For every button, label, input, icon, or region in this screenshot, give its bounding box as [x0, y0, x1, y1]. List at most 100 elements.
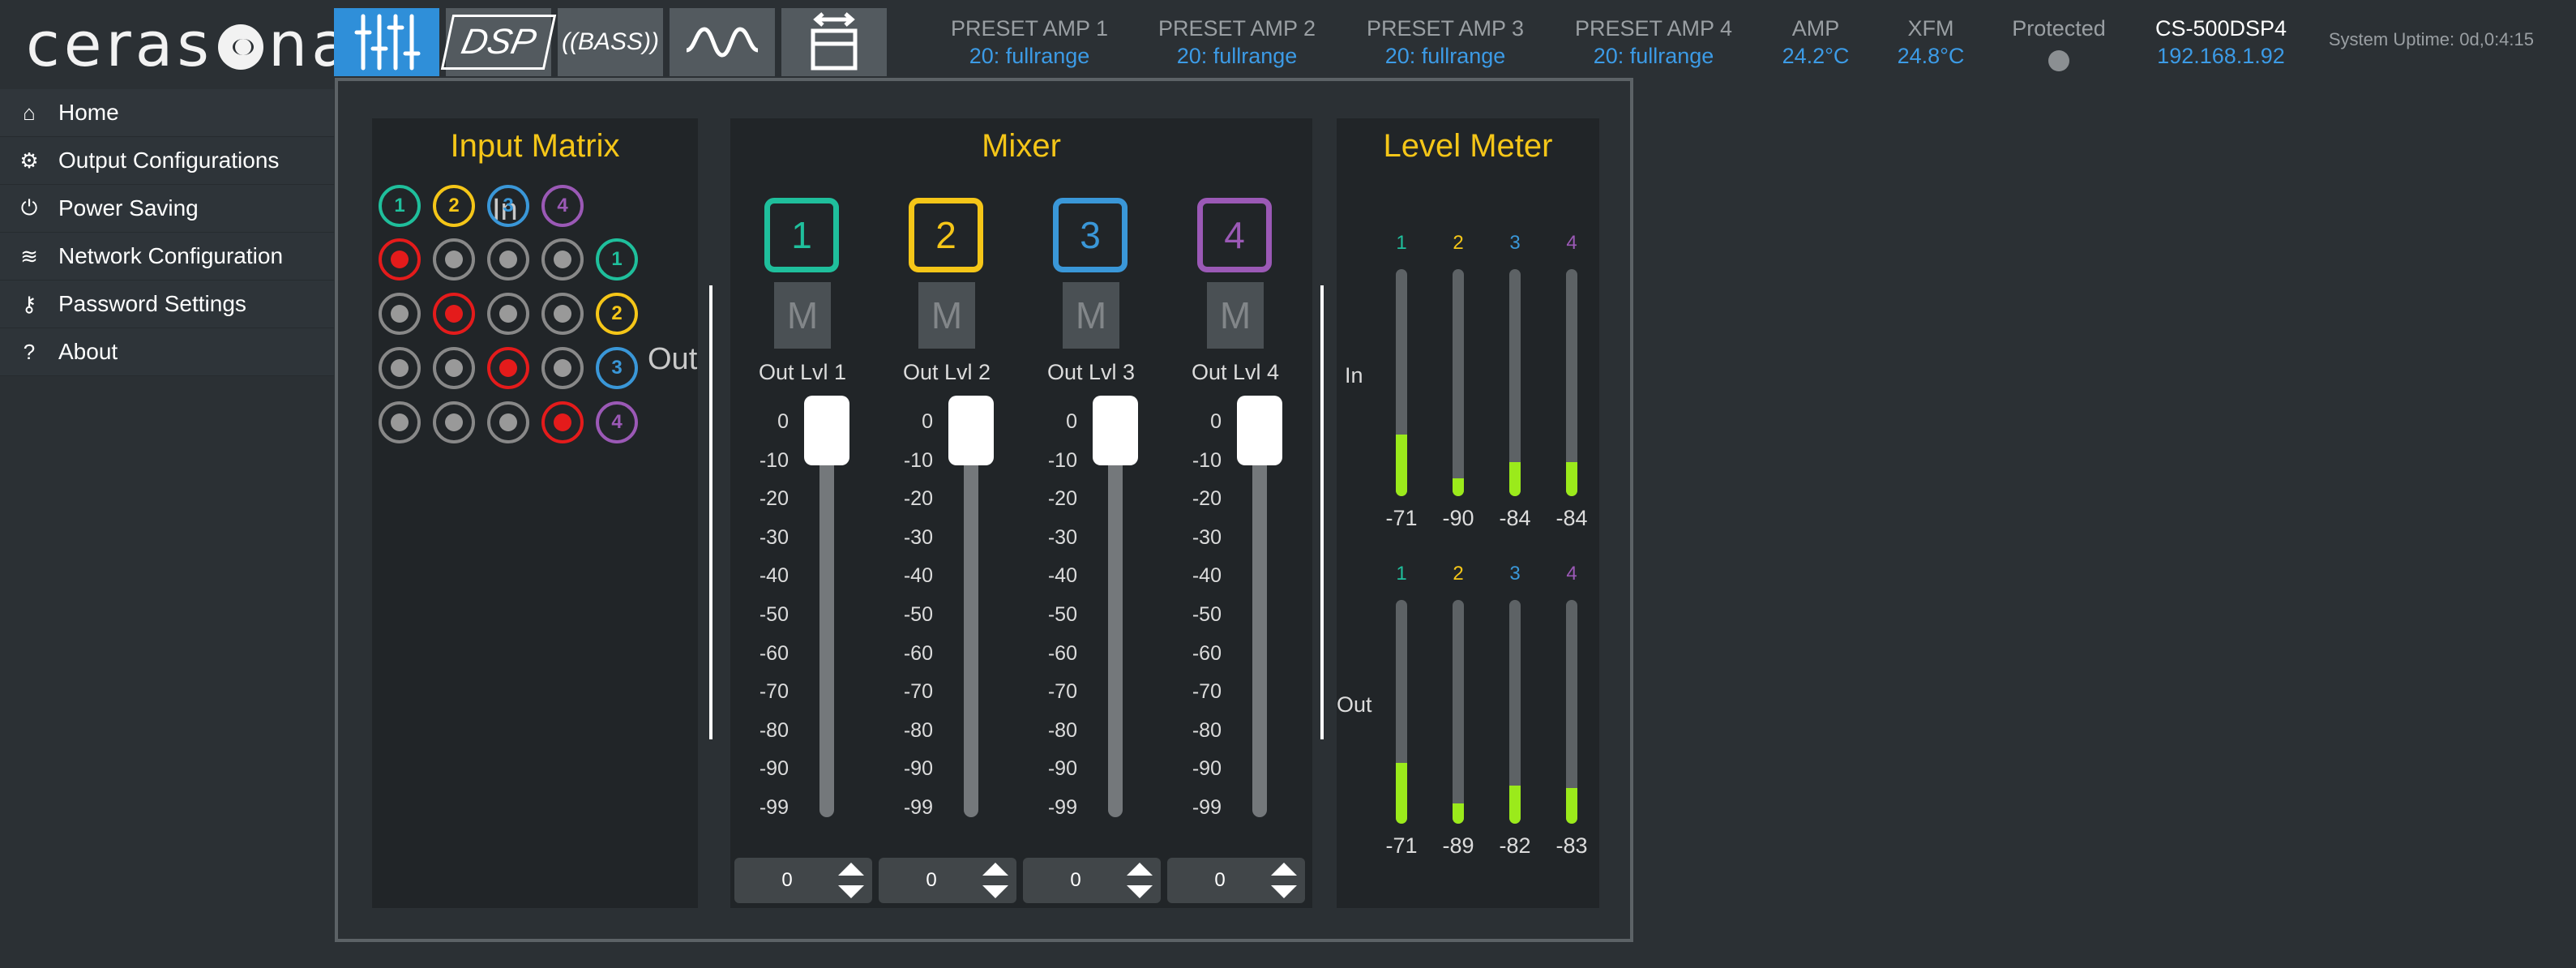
matrix-cell-dot	[499, 305, 517, 323]
xfm-temp-label: XFM	[1907, 16, 1954, 41]
matrix-cell-dot	[445, 305, 463, 323]
level-stepper-ch2[interactable]: 0	[879, 858, 1016, 903]
input-matrix-title: Input Matrix	[450, 128, 620, 164]
stepper-down-icon[interactable]	[838, 885, 864, 898]
fader-track-ch1	[819, 410, 834, 817]
matrix-cell-out2-in4[interactable]	[541, 293, 584, 335]
preset-amp-1-status: PRESET AMP 1 20: fullrange	[932, 15, 1127, 70]
sidebar-item-about[interactable]: ? About	[0, 328, 334, 376]
preset-amp-4-label: PRESET AMP 4	[1574, 16, 1733, 41]
fader-scale-label: -99	[1192, 796, 1222, 819]
level-value-ch2[interactable]: 0	[879, 858, 984, 903]
mixer-sliders-icon	[354, 14, 421, 71]
mute-button-ch4[interactable]: M	[1207, 282, 1264, 349]
matrix-cell-out3-in4[interactable]	[541, 347, 584, 389]
stepper-up-icon[interactable]	[1271, 863, 1297, 876]
fader-scale-label: -30	[1047, 525, 1077, 549]
matrix-cell-out2-in3[interactable]	[487, 293, 529, 335]
key-icon: ⚷	[21, 291, 37, 316]
level-meter-out-ch2-fill	[1453, 803, 1464, 824]
sidebar-item-label: Power Saving	[58, 195, 199, 221]
matrix-cell-out2-in1[interactable]	[379, 293, 421, 335]
matrix-cell-out4-in1[interactable]	[379, 401, 421, 443]
sidebar-item-password-settings[interactable]: ⚷ Password Settings	[0, 281, 334, 328]
expand-frame-icon	[811, 12, 858, 71]
level-value-ch1[interactable]: 0	[734, 858, 840, 903]
level-stepper-ch3[interactable]: 0	[1023, 858, 1161, 903]
tab-resize[interactable]	[781, 8, 887, 76]
preset-amp-4-status: PRESET AMP 4 20: fullrange	[1556, 15, 1751, 70]
matrix-cell-dot	[391, 359, 409, 377]
preset-amp-2-value: 20: fullrange	[1176, 44, 1298, 68]
xfm-temp-value: 24.8°C	[1897, 44, 1965, 68]
device-ip: 192.168.1.92	[2157, 44, 2285, 68]
tab-bass[interactable]: ((BASS))	[558, 8, 663, 76]
top-tab-bar: DSP ((BASS))	[334, 8, 887, 76]
matrix-cell-out3-in3[interactable]	[487, 347, 529, 389]
preset-amp-3-value: 20: fullrange	[1384, 44, 1506, 68]
sidebar-item-output-configurations[interactable]: ⚙ Output Configurations	[0, 137, 334, 185]
level-stepper-ch1[interactable]: 0	[734, 858, 872, 903]
matrix-cell-out4-in3[interactable]	[487, 401, 529, 443]
level-meter-out-ch4-label: 4	[1566, 563, 1577, 585]
tab-waveform[interactable]	[670, 8, 775, 76]
matrix-cell-out4-in4[interactable]	[541, 401, 584, 443]
matrix-cell-out1-in2[interactable]	[433, 238, 475, 281]
matrix-cell-out4-in2[interactable]	[433, 401, 475, 443]
fader-handle-ch3[interactable]	[1093, 396, 1138, 465]
fader-scale-label: -20	[1047, 487, 1077, 511]
level-meter-out-ch4-track	[1566, 600, 1577, 824]
sidebar-item-label: Password Settings	[58, 291, 246, 316]
matrix-cell-out1-in4[interactable]	[541, 238, 584, 281]
tab-dsp[interactable]: DSP	[440, 8, 557, 76]
matrix-cell-out1-in3[interactable]	[487, 238, 529, 281]
fader-scale-label: -80	[1192, 718, 1222, 742]
level-stepper-ch4[interactable]: 0	[1167, 858, 1305, 903]
matrix-cell-dot	[499, 251, 517, 268]
stepper-down-icon[interactable]	[1127, 885, 1153, 898]
level-meter-in-ch4-fill	[1566, 462, 1577, 496]
mixer-channel-3-number: 3	[1053, 198, 1128, 272]
matrix-cell-dot	[391, 251, 409, 268]
stepper-up-icon[interactable]	[982, 863, 1008, 876]
fader-scale-label: -80	[903, 718, 933, 742]
sidebar-nav: ⌂ Home ⚙ Output Configurations ⏻ Power S…	[0, 89, 334, 376]
mute-button-ch1[interactable]: M	[774, 282, 831, 349]
matrix-output-label-2: 2	[596, 293, 638, 335]
fader-scale-label: -60	[1047, 641, 1077, 665]
tab-mixer[interactable]	[334, 8, 439, 76]
fader-handle-ch2[interactable]	[948, 396, 994, 465]
level-meter-in-ch1-track	[1396, 269, 1407, 496]
protected-label: Protected	[2012, 16, 2106, 41]
matrix-cell-out2-in2[interactable]	[433, 293, 475, 335]
mute-button-ch2[interactable]: M	[918, 282, 975, 349]
fader-scale-label: -60	[1192, 641, 1222, 665]
level-value-ch4[interactable]: 0	[1167, 858, 1273, 903]
stepper-down-icon[interactable]	[982, 885, 1008, 898]
level-value-ch3[interactable]: 0	[1023, 858, 1128, 903]
cerasonar-logo: ceras nar	[26, 8, 383, 80]
stepper-arrows	[979, 861, 1012, 900]
gear-icon: ⚙	[19, 148, 39, 173]
sidebar-item-home[interactable]: ⌂ Home	[0, 89, 334, 137]
fader-scale-label: -20	[759, 487, 789, 511]
stepper-down-icon[interactable]	[1271, 885, 1297, 898]
sidebar-item-network-configuration[interactable]: ≋ Network Configuration	[0, 233, 334, 281]
level-meter-out-ch2-track	[1453, 600, 1464, 824]
stepper-arrows	[835, 861, 867, 900]
matrix-cell-out3-in2[interactable]	[433, 347, 475, 389]
stepper-up-icon[interactable]	[838, 863, 864, 876]
matrix-cell-dot	[554, 305, 571, 323]
fader-handle-ch1[interactable]	[804, 396, 849, 465]
stepper-up-icon[interactable]	[1127, 863, 1153, 876]
matrix-cell-out3-in1[interactable]	[379, 347, 421, 389]
fader-scale-label: -50	[903, 603, 933, 626]
matrix-cell-out1-in1[interactable]	[379, 238, 421, 281]
level-meter-out-ch3-fill	[1509, 786, 1521, 824]
level-meter-title: Level Meter	[1383, 128, 1553, 164]
section-divider	[709, 285, 712, 739]
mute-button-ch3[interactable]: M	[1063, 282, 1119, 349]
sidebar-item-power-saving[interactable]: ⏻ Power Saving	[0, 185, 334, 233]
fader-track-ch4	[1252, 410, 1267, 817]
fader-handle-ch4[interactable]	[1237, 396, 1282, 465]
